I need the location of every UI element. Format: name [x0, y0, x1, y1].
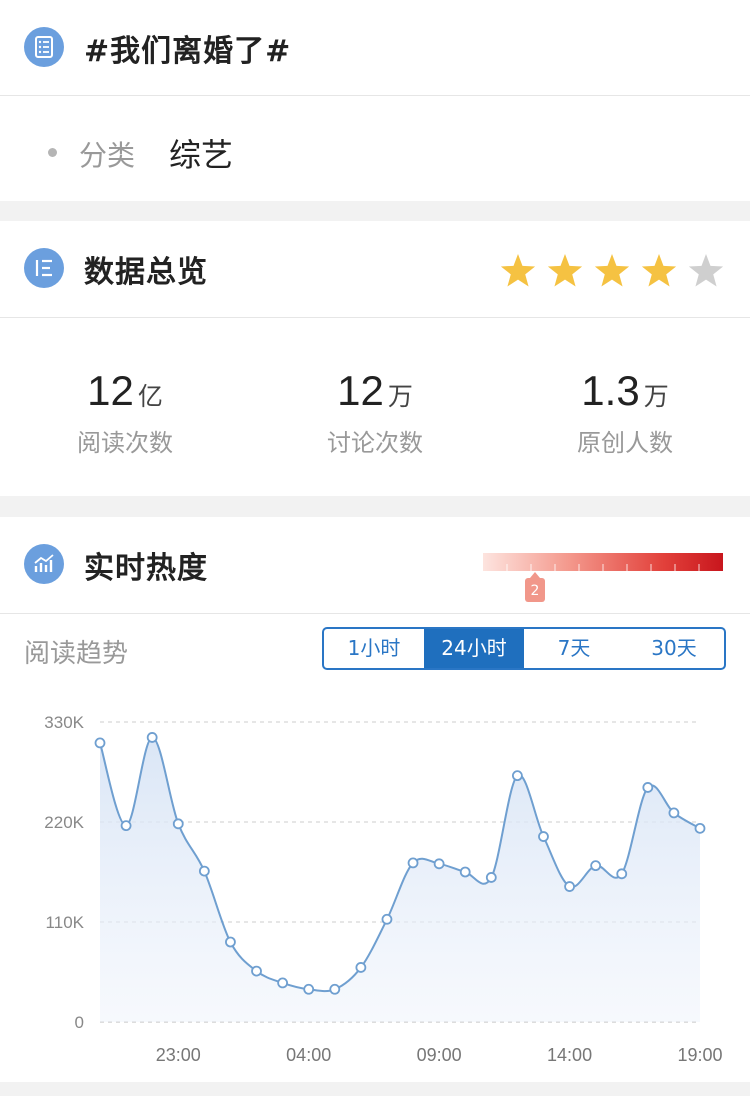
data-point	[433, 858, 445, 870]
star-empty-icon	[688, 254, 724, 287]
category-bullet	[48, 148, 57, 157]
data-point	[668, 807, 680, 819]
topic-title: #我们离婚了#	[84, 34, 292, 69]
stat-label: 阅读次数	[77, 429, 173, 457]
star-filled-icon	[641, 254, 677, 287]
star-filled-icon	[547, 254, 583, 287]
heat-scale-ticks	[506, 564, 700, 571]
overview-title: 数据总览	[84, 255, 208, 290]
list-icon	[24, 248, 64, 288]
tab-7d[interactable]: 7天	[524, 629, 624, 668]
stat-reads: 12 亿 阅读次数	[25, 367, 225, 457]
data-point	[120, 820, 132, 832]
series-area	[100, 737, 700, 1022]
data-point	[303, 983, 315, 995]
tab-1h[interactable]: 1小时	[324, 629, 424, 668]
heat-level-marker: 2	[525, 572, 545, 602]
data-point	[694, 822, 706, 834]
data-point	[329, 983, 341, 995]
topic-card: #我们离婚了# 分类 综艺	[0, 0, 750, 201]
overview-card: 数据总览 12 亿 阅读次数 12 万 讨论次数 1.3 万 原创人数	[0, 221, 750, 496]
data-point	[277, 977, 289, 989]
stat-label: 原创人数	[577, 429, 673, 457]
data-point	[355, 962, 367, 973]
y-tick-label: 220K	[44, 813, 84, 832]
stat-label: 讨论次数	[327, 429, 423, 457]
star-filled-icon	[500, 254, 536, 287]
data-point	[198, 865, 210, 877]
data-point	[642, 782, 654, 793]
x-tick-label: 04:00	[286, 1045, 331, 1065]
data-point	[407, 857, 419, 869]
data-point	[616, 868, 628, 880]
x-tick-label: 23:00	[156, 1045, 201, 1065]
data-point	[172, 818, 184, 830]
reading-trend-chart: 0 110K 220K 330K 23:00 04:00 09:00 14:00 19:00	[44, 713, 722, 1065]
document-icon	[24, 27, 64, 67]
realtime-card: 实时热度 2 阅读趋势 1小时 24小时 7天 30天 0 110K 220K 330…	[0, 517, 750, 1082]
stat-unit: 万	[387, 382, 413, 411]
time-range-tabs: 1小时 24小时 7天 30天	[322, 627, 726, 670]
category-label: 分类	[79, 139, 136, 172]
data-point	[511, 770, 523, 782]
data-point	[225, 936, 236, 948]
tab-24h[interactable]: 24小时	[424, 629, 524, 668]
tab-30d[interactable]: 30天	[624, 629, 724, 668]
stat-unit: 万	[643, 382, 669, 411]
overview-header: 数据总览	[0, 221, 750, 318]
realtime-title: 实时热度	[84, 551, 208, 586]
realtime-header: 实时热度 2	[0, 517, 750, 614]
stat-unit: 亿	[137, 382, 163, 411]
stat-value: 1.3	[581, 367, 640, 414]
stat-value: 12	[337, 367, 384, 414]
stat-creators: 1.3 万 原创人数	[525, 367, 725, 457]
data-point	[538, 831, 549, 842]
y-tick-label: 0	[75, 1013, 84, 1032]
chart-icon	[24, 544, 64, 584]
data-point	[94, 737, 106, 749]
stat-discussions: 12 万 讨论次数	[275, 367, 475, 457]
stat-value: 12	[87, 367, 134, 414]
category-value: 综艺	[169, 136, 234, 174]
x-tick-label: 09:00	[417, 1045, 462, 1065]
trend-label: 阅读趋势	[24, 639, 129, 669]
data-point	[564, 881, 575, 892]
y-tick-label: 330K	[44, 713, 84, 732]
data-point	[485, 872, 497, 883]
star-filled-icon	[594, 254, 630, 287]
x-tick-label: 14:00	[547, 1045, 592, 1065]
data-point	[251, 965, 262, 977]
data-point	[146, 732, 158, 743]
data-point	[459, 866, 471, 878]
y-tick-label: 110K	[46, 913, 85, 932]
topic-header: #我们离婚了#	[0, 0, 750, 96]
data-point	[381, 913, 393, 925]
data-point	[590, 860, 602, 872]
x-tick-label: 19:00	[677, 1045, 722, 1065]
